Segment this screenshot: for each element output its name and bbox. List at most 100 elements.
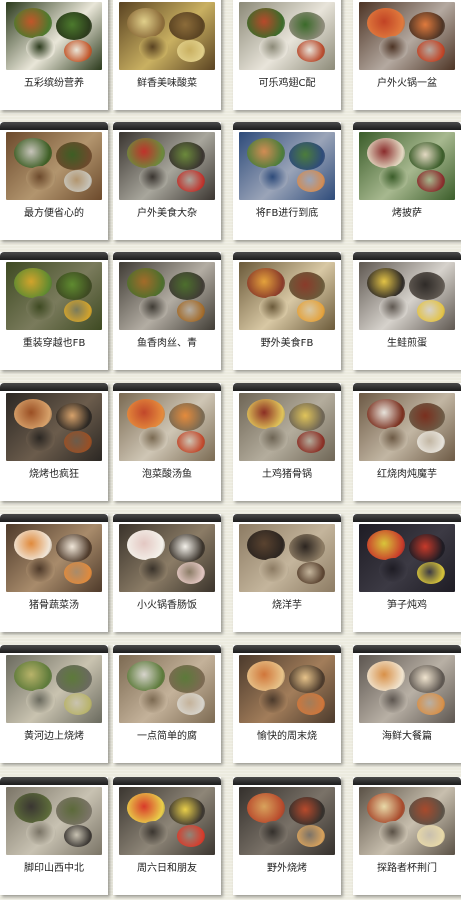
gallery-card[interactable]: 猪骨蔬菜汤 <box>0 514 108 632</box>
gallery-card[interactable]: 笋子炖鸡 <box>353 514 461 632</box>
food-photo-thumbnail[interactable] <box>119 262 215 330</box>
photo-caption[interactable]: 红烧肉炖魔芋 <box>353 467 461 483</box>
food-photo-thumbnail[interactable] <box>6 524 102 592</box>
gallery-card[interactable]: 泡菜酸汤鱼 <box>113 383 221 501</box>
photo-caption[interactable]: 小火锅香肠饭 <box>113 598 221 614</box>
gallery-card[interactable]: 探路者杯荆门 <box>353 777 461 895</box>
photo-food-item <box>259 689 289 713</box>
food-photo-thumbnail[interactable] <box>239 787 335 855</box>
photo-caption[interactable]: 户外美食大杂 <box>113 206 221 222</box>
gallery-card[interactable]: 野外烧烤 <box>233 777 341 895</box>
food-photo-thumbnail[interactable] <box>359 524 455 592</box>
photo-caption[interactable]: 户外火锅一盆 <box>353 76 461 92</box>
gallery-card[interactable]: 将FB进行到底 <box>233 122 341 240</box>
food-photo-thumbnail[interactable] <box>119 524 215 592</box>
photo-food-item <box>297 693 325 715</box>
photo-food-item <box>64 562 92 584</box>
food-photo-thumbnail[interactable] <box>359 393 455 461</box>
food-photo-thumbnail[interactable] <box>359 2 455 70</box>
photo-caption[interactable]: 探路者杯荆门 <box>353 861 461 877</box>
food-photo-thumbnail[interactable] <box>239 132 335 200</box>
gallery-card[interactable]: 黄河边上烧烤 <box>0 645 108 763</box>
gallery-card[interactable]: 周六日和朋友 <box>113 777 221 895</box>
food-photo-thumbnail[interactable] <box>6 132 102 200</box>
food-photo-thumbnail[interactable] <box>119 132 215 200</box>
photo-food-item <box>417 562 445 584</box>
photo-caption[interactable]: 五彩缤纷营养 <box>0 76 108 92</box>
gallery-card[interactable]: 烧烤也疯狂 <box>0 383 108 501</box>
photo-food-item <box>297 562 325 584</box>
food-photo-thumbnail[interactable] <box>6 787 102 855</box>
photo-caption[interactable]: 可乐鸡翅C配 <box>233 76 341 92</box>
photo-caption[interactable]: 烤披萨 <box>353 206 461 222</box>
photo-food-item <box>259 427 289 451</box>
card-top-bar <box>113 777 221 785</box>
card-top-bar <box>353 777 461 785</box>
photo-caption[interactable]: 野外美食FB <box>233 336 341 352</box>
food-photo-thumbnail[interactable] <box>6 393 102 461</box>
photo-caption[interactable]: 脚印山西中北 <box>0 861 108 877</box>
food-photo-thumbnail[interactable] <box>359 655 455 723</box>
photo-caption[interactable]: 将FB进行到底 <box>233 206 341 222</box>
gallery-card[interactable]: 重装穿越也FB <box>0 252 108 370</box>
photo-caption[interactable]: 烧烤也疯狂 <box>0 467 108 483</box>
photo-caption[interactable]: 野外烧烤 <box>233 861 341 877</box>
photo-food-item <box>127 530 165 560</box>
gallery-card[interactable]: 土鸡猪骨锅 <box>233 383 341 501</box>
gallery-card[interactable]: 脚印山西中北 <box>0 777 108 895</box>
photo-caption[interactable]: 愉快的周末烧 <box>233 729 341 745</box>
food-photo-thumbnail[interactable] <box>6 262 102 330</box>
gallery-card[interactable]: 烤披萨 <box>353 122 461 240</box>
food-photo-thumbnail[interactable] <box>239 2 335 70</box>
photo-food-item <box>409 665 445 693</box>
food-photo-thumbnail[interactable] <box>119 655 215 723</box>
food-photo-thumbnail[interactable] <box>119 2 215 70</box>
gallery-card[interactable]: 野外美食FB <box>233 252 341 370</box>
food-photo-thumbnail[interactable] <box>359 132 455 200</box>
photo-caption[interactable]: 鱼香肉丝、青 <box>113 336 221 352</box>
food-photo-thumbnail[interactable] <box>119 787 215 855</box>
gallery-card[interactable]: 户外火锅一盆 <box>353 0 461 110</box>
photo-food-item <box>417 693 445 715</box>
food-photo-thumbnail[interactable] <box>359 787 455 855</box>
photo-caption[interactable]: 生鲑煎蛋 <box>353 336 461 352</box>
food-photo-thumbnail[interactable] <box>239 393 335 461</box>
gallery-card[interactable]: 一点简单的腐 <box>113 645 221 763</box>
gallery-card[interactable]: 鱼香肉丝、青 <box>113 252 221 370</box>
gallery-card[interactable]: 海鲜大餐篇 <box>353 645 461 763</box>
food-photo-thumbnail[interactable] <box>6 655 102 723</box>
photo-caption[interactable]: 土鸡猪骨锅 <box>233 467 341 483</box>
gallery-card[interactable]: 生鲑煎蛋 <box>353 252 461 370</box>
photo-caption[interactable]: 烧洋芋 <box>233 598 341 614</box>
food-photo-thumbnail[interactable] <box>359 262 455 330</box>
photo-caption[interactable]: 猪骨蔬菜汤 <box>0 598 108 614</box>
gallery-card[interactable]: 烧洋芋 <box>233 514 341 632</box>
food-photo-thumbnail[interactable] <box>239 655 335 723</box>
photo-caption[interactable]: 周六日和朋友 <box>113 861 221 877</box>
photo-caption[interactable]: 笋子炖鸡 <box>353 598 461 614</box>
gallery-card[interactable]: 户外美食大杂 <box>113 122 221 240</box>
gallery-card[interactable]: 红烧肉炖魔芋 <box>353 383 461 501</box>
gallery-card[interactable]: 最方便省心的 <box>0 122 108 240</box>
photo-caption[interactable]: 鲜香美味酸菜 <box>113 76 221 92</box>
gallery-card[interactable]: 小火锅香肠饭 <box>113 514 221 632</box>
photo-caption[interactable]: 最方便省心的 <box>0 206 108 222</box>
photo-caption[interactable]: 黄河边上烧烤 <box>0 729 108 745</box>
food-photo-thumbnail[interactable] <box>119 393 215 461</box>
gallery-card[interactable]: 可乐鸡翅C配 <box>233 0 341 110</box>
food-photo-thumbnail[interactable] <box>239 524 335 592</box>
photo-gallery: 五彩缤纷营养 鲜香美味酸菜 可乐鸡翅C配 户外火锅一盆最方便省心的 户外美食大杂 将FB进… <box>0 0 461 900</box>
photo-caption[interactable]: 海鲜大餐篇 <box>353 729 461 745</box>
card-top-bar <box>353 122 461 130</box>
photo-caption[interactable]: 一点简单的腐 <box>113 729 221 745</box>
photo-food-item <box>14 8 52 38</box>
photo-caption[interactable]: 重装穿越也FB <box>0 336 108 352</box>
food-photo-thumbnail[interactable] <box>6 2 102 70</box>
photo-food-item <box>169 534 205 562</box>
gallery-card[interactable]: 五彩缤纷营养 <box>0 0 108 110</box>
food-photo-thumbnail[interactable] <box>239 262 335 330</box>
photo-food-item <box>417 40 445 62</box>
photo-caption[interactable]: 泡菜酸汤鱼 <box>113 467 221 483</box>
gallery-card[interactable]: 鲜香美味酸菜 <box>113 0 221 110</box>
gallery-card[interactable]: 愉快的周末烧 <box>233 645 341 763</box>
